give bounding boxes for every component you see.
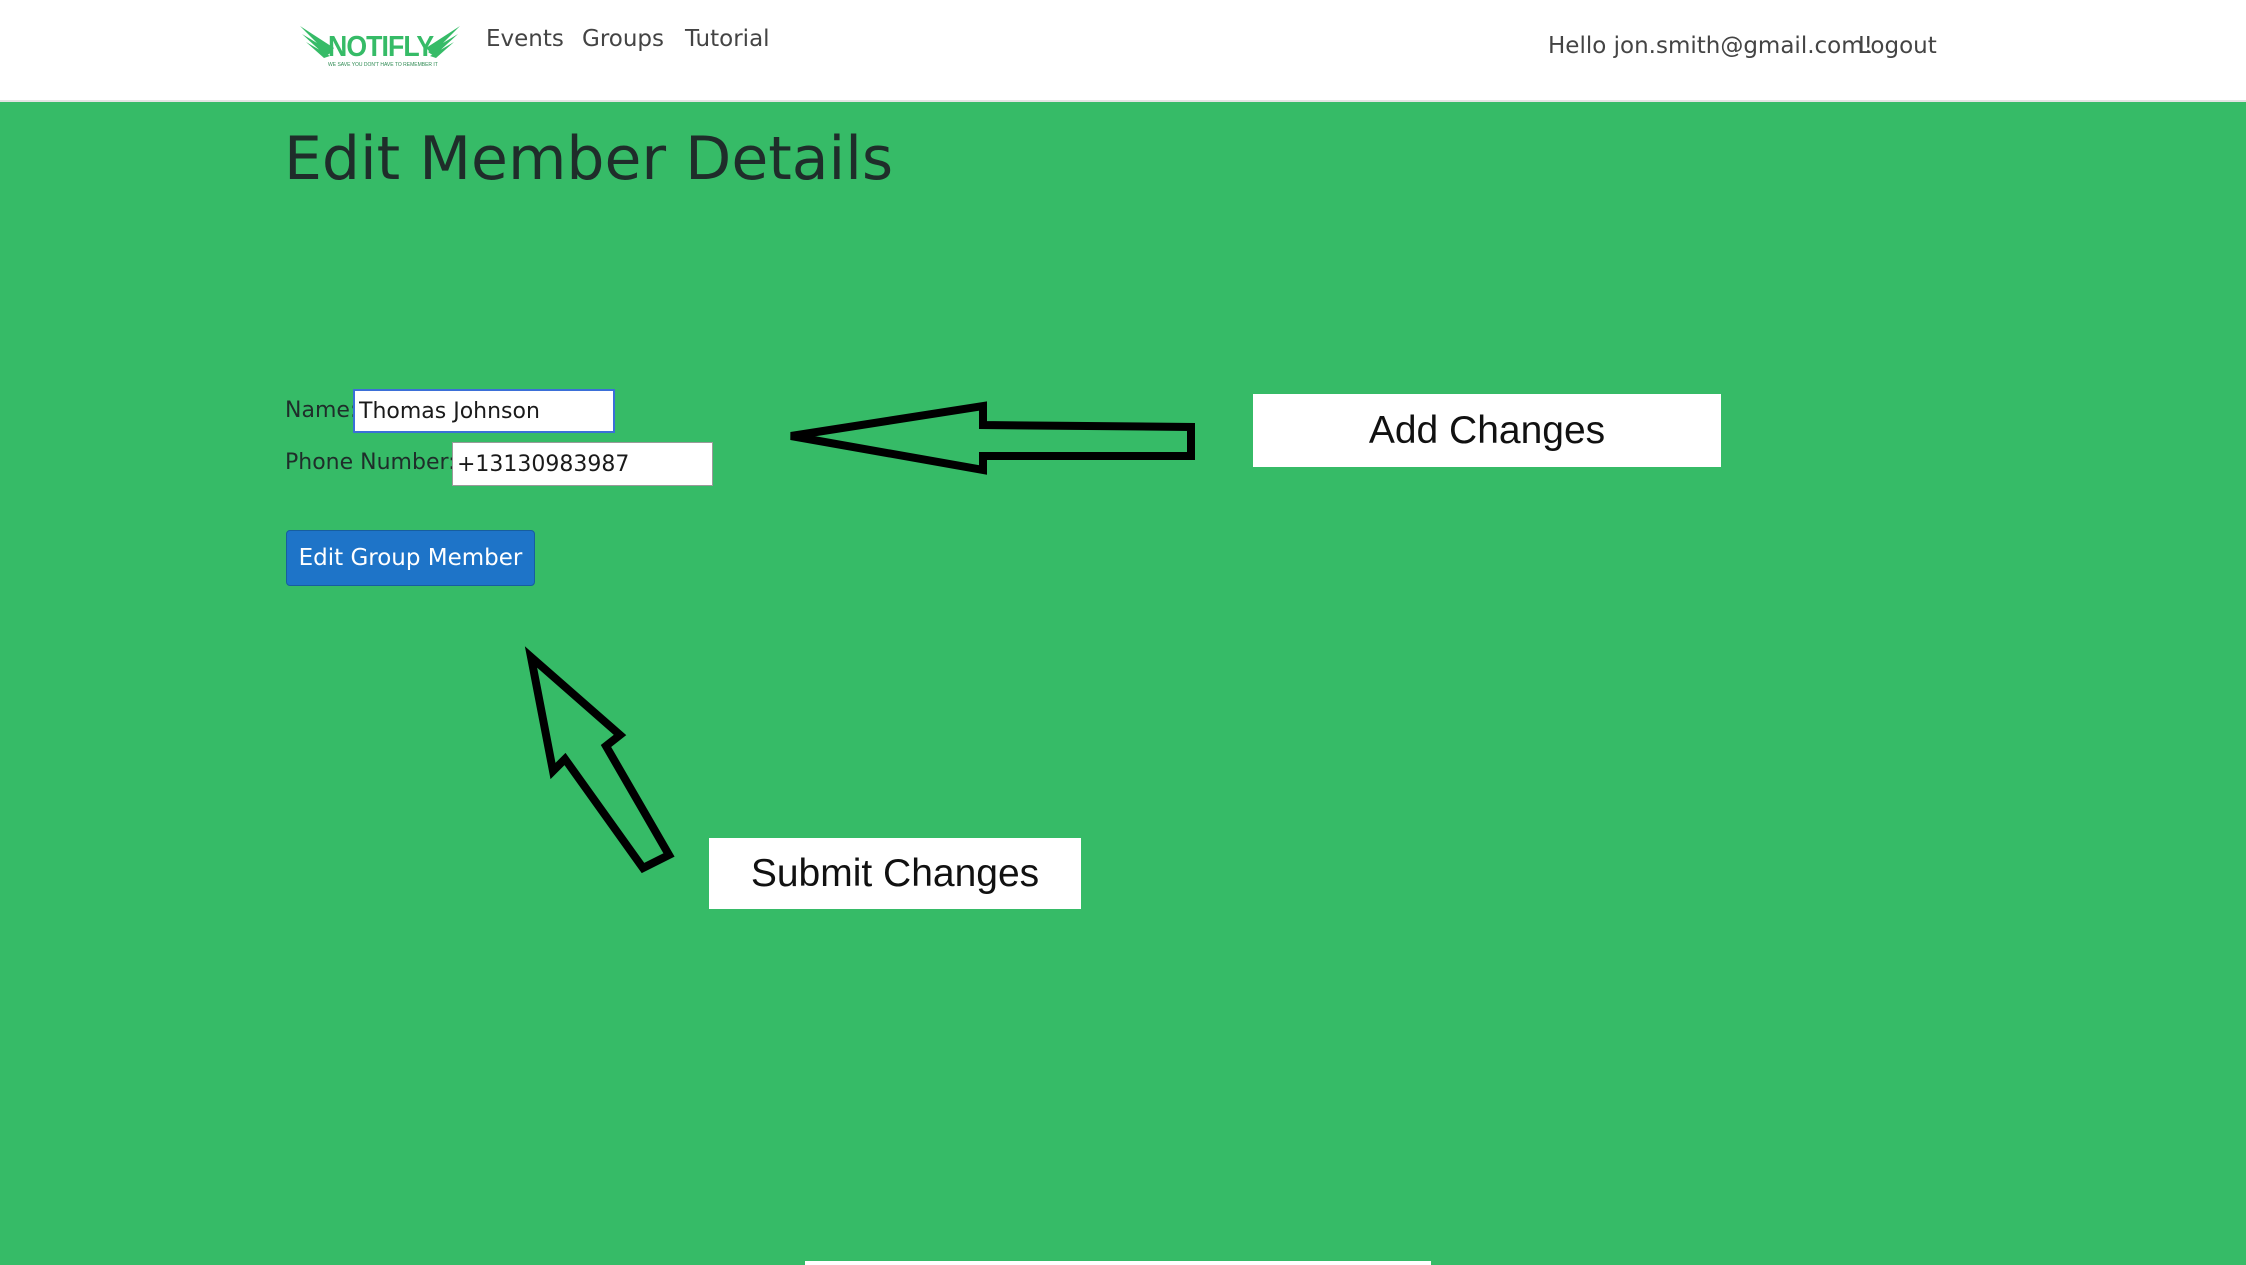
- arrow-left-icon: [790, 401, 1195, 475]
- annotation-arrows: [524, 401, 1195, 874]
- arrow-up-icon: [524, 646, 675, 874]
- bottom-strip: [805, 1261, 1431, 1265]
- submit-changes-callout: Submit Changes: [709, 838, 1081, 909]
- add-changes-callout: Add Changes: [1253, 394, 1721, 467]
